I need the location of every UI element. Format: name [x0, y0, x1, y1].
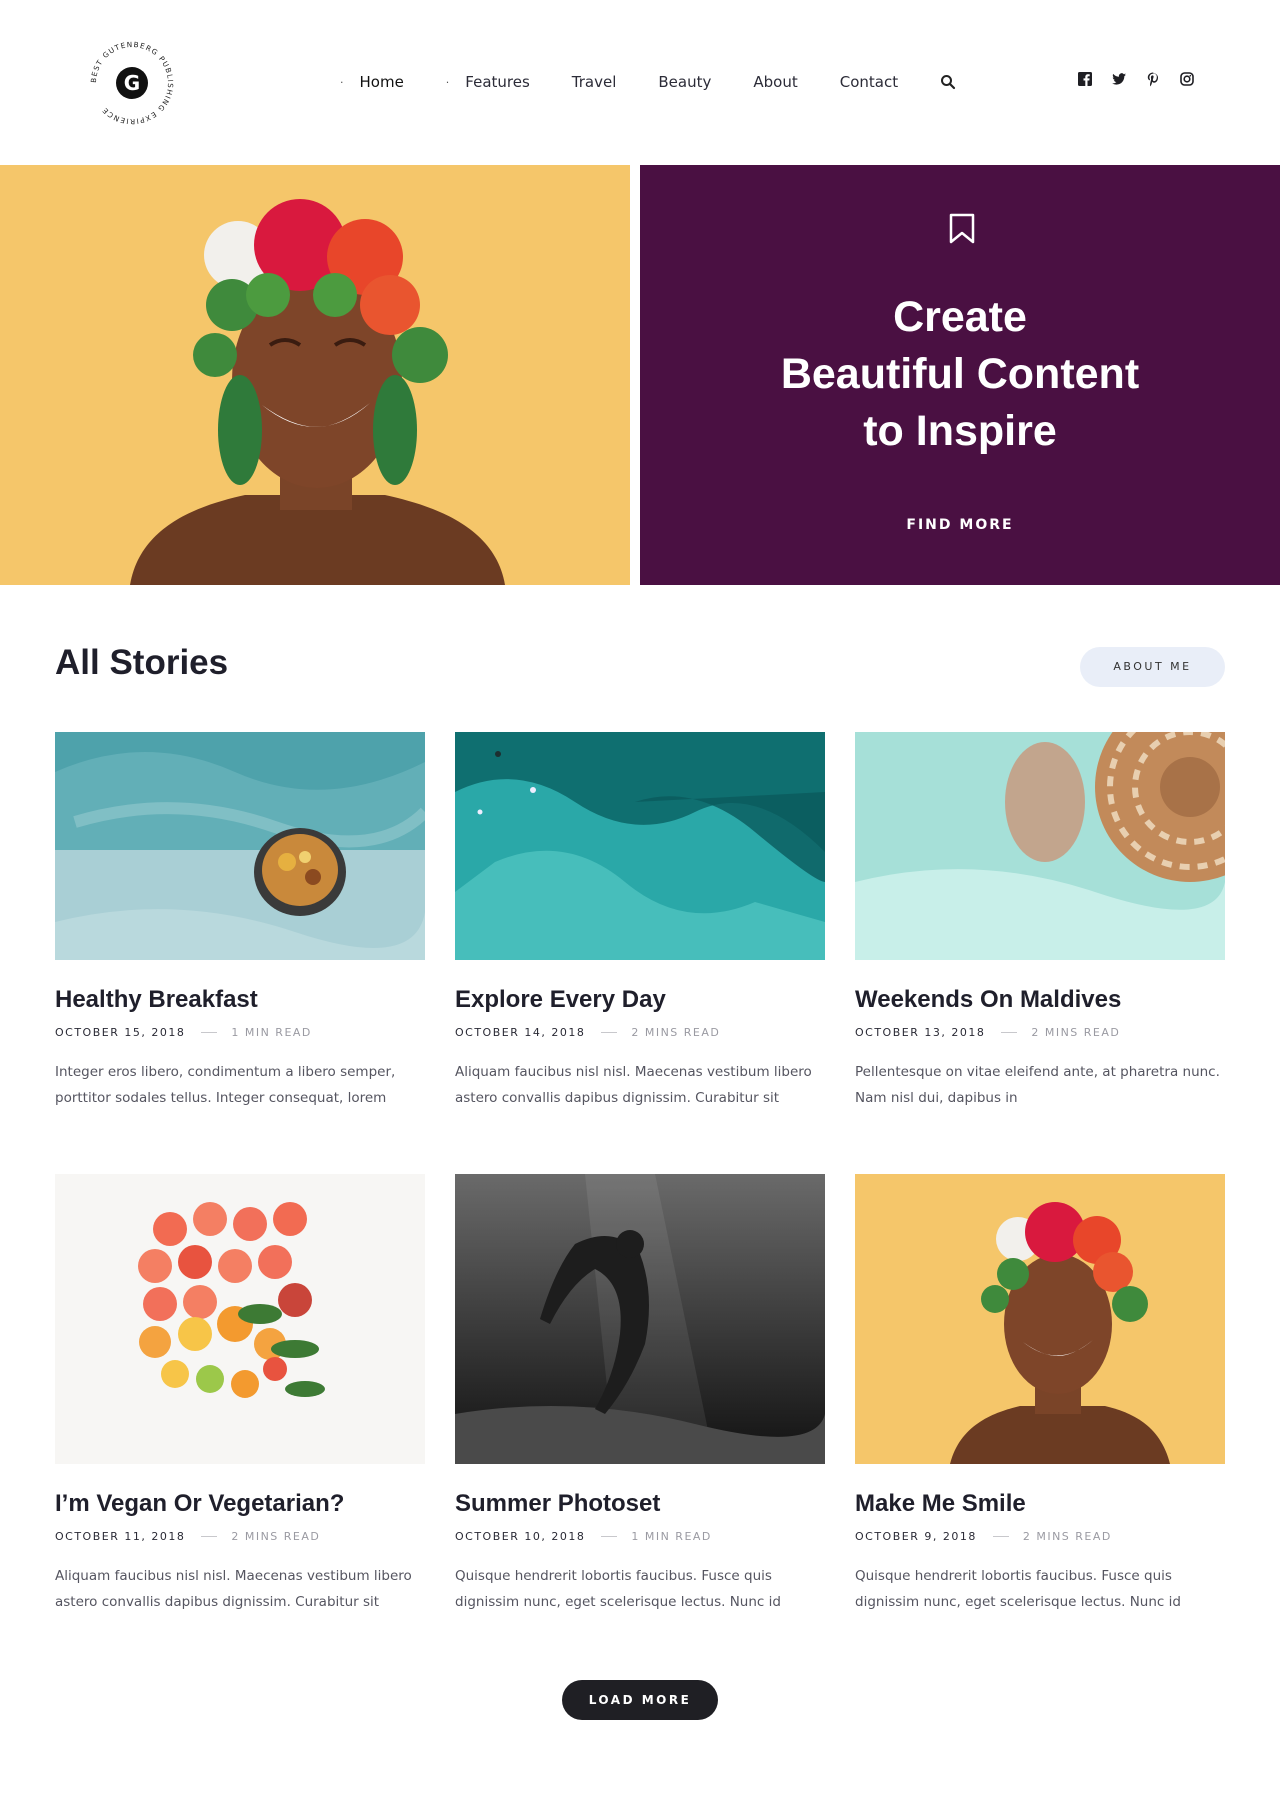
nav-label: Features: [465, 73, 530, 91]
nav-item-contact[interactable]: Contact: [840, 73, 898, 91]
story-meta: OCTOBER 11, 2018 2 MINS READ: [55, 1530, 425, 1543]
story-image[interactable]: [55, 1174, 425, 1464]
section-title: All Stories: [55, 643, 229, 682]
nav-label: Travel: [571, 73, 617, 91]
story-card[interactable]: Summer Photoset OCTOBER 10, 2018 1 MIN R…: [455, 1174, 825, 1615]
hero-panel: Create Beautiful Content to Inspire FIND…: [640, 165, 1280, 585]
story-image[interactable]: [855, 732, 1225, 960]
story-card[interactable]: Healthy Breakfast OCTOBER 15, 2018 1 MIN…: [55, 732, 425, 1111]
meta-divider: [1001, 1032, 1018, 1033]
story-meta: OCTOBER 9, 2018 2 MINS READ: [855, 1530, 1225, 1543]
nav-label: Home: [359, 73, 404, 91]
story-date: OCTOBER 15, 2018: [55, 1026, 186, 1039]
story-excerpt: Integer eros libero, condimentum a liber…: [55, 1064, 396, 1106]
story-image[interactable]: [855, 1174, 1225, 1464]
story-card[interactable]: Make Me Smile OCTOBER 9, 2018 2 MINS REA…: [855, 1174, 1225, 1615]
twitter-icon[interactable]: [1111, 71, 1127, 87]
nav-item-about[interactable]: About: [753, 73, 797, 91]
story-image[interactable]: [455, 732, 825, 960]
story-title[interactable]: Healthy Breakfast: [55, 986, 425, 1014]
bookmark-icon: [949, 213, 975, 244]
nav-label: About: [753, 73, 798, 91]
story-image[interactable]: [55, 732, 425, 960]
story-date: OCTOBER 13, 2018: [855, 1026, 986, 1039]
story-meta: OCTOBER 10, 2018 1 MIN READ: [455, 1530, 825, 1543]
story-title[interactable]: I’m Vegan Or Vegetarian?: [55, 1490, 425, 1518]
nav-item-features[interactable]: · Features: [446, 73, 530, 91]
meta-divider: [992, 1536, 1009, 1537]
nav-item-travel[interactable]: Travel: [572, 73, 617, 91]
story-read-time: 2 MINS READ: [231, 1530, 321, 1543]
search-icon[interactable]: [940, 74, 956, 90]
story-image[interactable]: [455, 1174, 825, 1464]
about-me-button[interactable]: ABOUT ME: [1080, 647, 1225, 687]
bullet-icon: ·: [445, 75, 450, 89]
story-read-time: 2 MINS READ: [1031, 1026, 1121, 1039]
hero-title: Create Beautiful Content to Inspire: [680, 289, 1240, 460]
meta-divider: [201, 1536, 218, 1537]
facebook-icon[interactable]: [1077, 71, 1093, 87]
story-excerpt: Quisque hendrerit lobortis faucibus. Fus…: [855, 1568, 1181, 1610]
story-excerpt: Aliquam faucibus nisl nisl. Maecenas ves…: [455, 1064, 812, 1106]
story-meta: OCTOBER 13, 2018 2 MINS READ: [855, 1026, 1225, 1039]
portrait-illustration: [0, 165, 630, 585]
main-nav: · Home · Features Travel Beauty About Co…: [340, 70, 956, 94]
pinterest-icon[interactable]: [1145, 71, 1161, 87]
story-read-time: 2 MINS READ: [631, 1026, 721, 1039]
story-date: OCTOBER 14, 2018: [455, 1026, 586, 1039]
story-read-time: 1 MIN READ: [631, 1530, 712, 1543]
story-title[interactable]: Weekends On Maldives: [855, 986, 1225, 1014]
social-links: [1059, 71, 1195, 87]
meta-divider: [601, 1536, 618, 1537]
meta-divider: [201, 1032, 218, 1033]
hero-title-line: to Inspire: [863, 407, 1057, 455]
story-date: OCTOBER 9, 2018: [855, 1530, 977, 1543]
nav-item-home[interactable]: · Home: [340, 73, 404, 91]
bullet-icon: ·: [340, 75, 344, 89]
nav-label: Beauty: [658, 73, 712, 91]
story-card[interactable]: Weekends On Maldives OCTOBER 13, 2018 2 …: [855, 732, 1225, 1111]
nav-label: Contact: [839, 73, 899, 91]
story-meta: OCTOBER 14, 2018 2 MINS READ: [455, 1026, 825, 1039]
nav-item-beauty[interactable]: Beauty: [658, 73, 711, 91]
story-card[interactable]: Explore Every Day OCTOBER 14, 2018 2 MIN…: [455, 732, 825, 1111]
story-excerpt: Aliquam faucibus nisl nisl. Maecenas ves…: [55, 1568, 412, 1610]
story-date: OCTOBER 11, 2018: [55, 1530, 186, 1543]
instagram-icon[interactable]: [1179, 71, 1195, 87]
story-title[interactable]: Make Me Smile: [855, 1490, 1225, 1518]
logo-letter: G: [124, 71, 140, 95]
story-card[interactable]: I’m Vegan Or Vegetarian? OCTOBER 11, 201…: [55, 1174, 425, 1615]
story-excerpt: Quisque hendrerit lobortis faucibus. Fus…: [455, 1568, 781, 1610]
story-excerpt: Pellentesque on vitae eleifend ante, at …: [855, 1064, 1220, 1106]
story-read-time: 2 MINS READ: [1022, 1530, 1112, 1543]
site-logo[interactable]: BEST GUTENBERG PUBLISHING EXPIRIENCE G: [85, 36, 179, 130]
site-header: BEST GUTENBERG PUBLISHING EXPIRIENCE G ·…: [0, 0, 1280, 164]
story-read-time: 1 MIN READ: [231, 1026, 312, 1039]
find-more-link[interactable]: FIND MORE: [640, 517, 1280, 533]
story-title[interactable]: Summer Photoset: [455, 1490, 825, 1518]
story-title[interactable]: Explore Every Day: [455, 986, 825, 1014]
story-meta: OCTOBER 15, 2018 1 MIN READ: [55, 1026, 425, 1039]
hero-image[interactable]: [0, 165, 630, 585]
story-date: OCTOBER 10, 2018: [455, 1530, 586, 1543]
hero-title-line: Create: [893, 293, 1027, 341]
meta-divider: [601, 1032, 618, 1033]
load-more-button[interactable]: LOAD MORE: [562, 1680, 718, 1720]
hero-title-line: Beautiful Content: [780, 350, 1140, 398]
